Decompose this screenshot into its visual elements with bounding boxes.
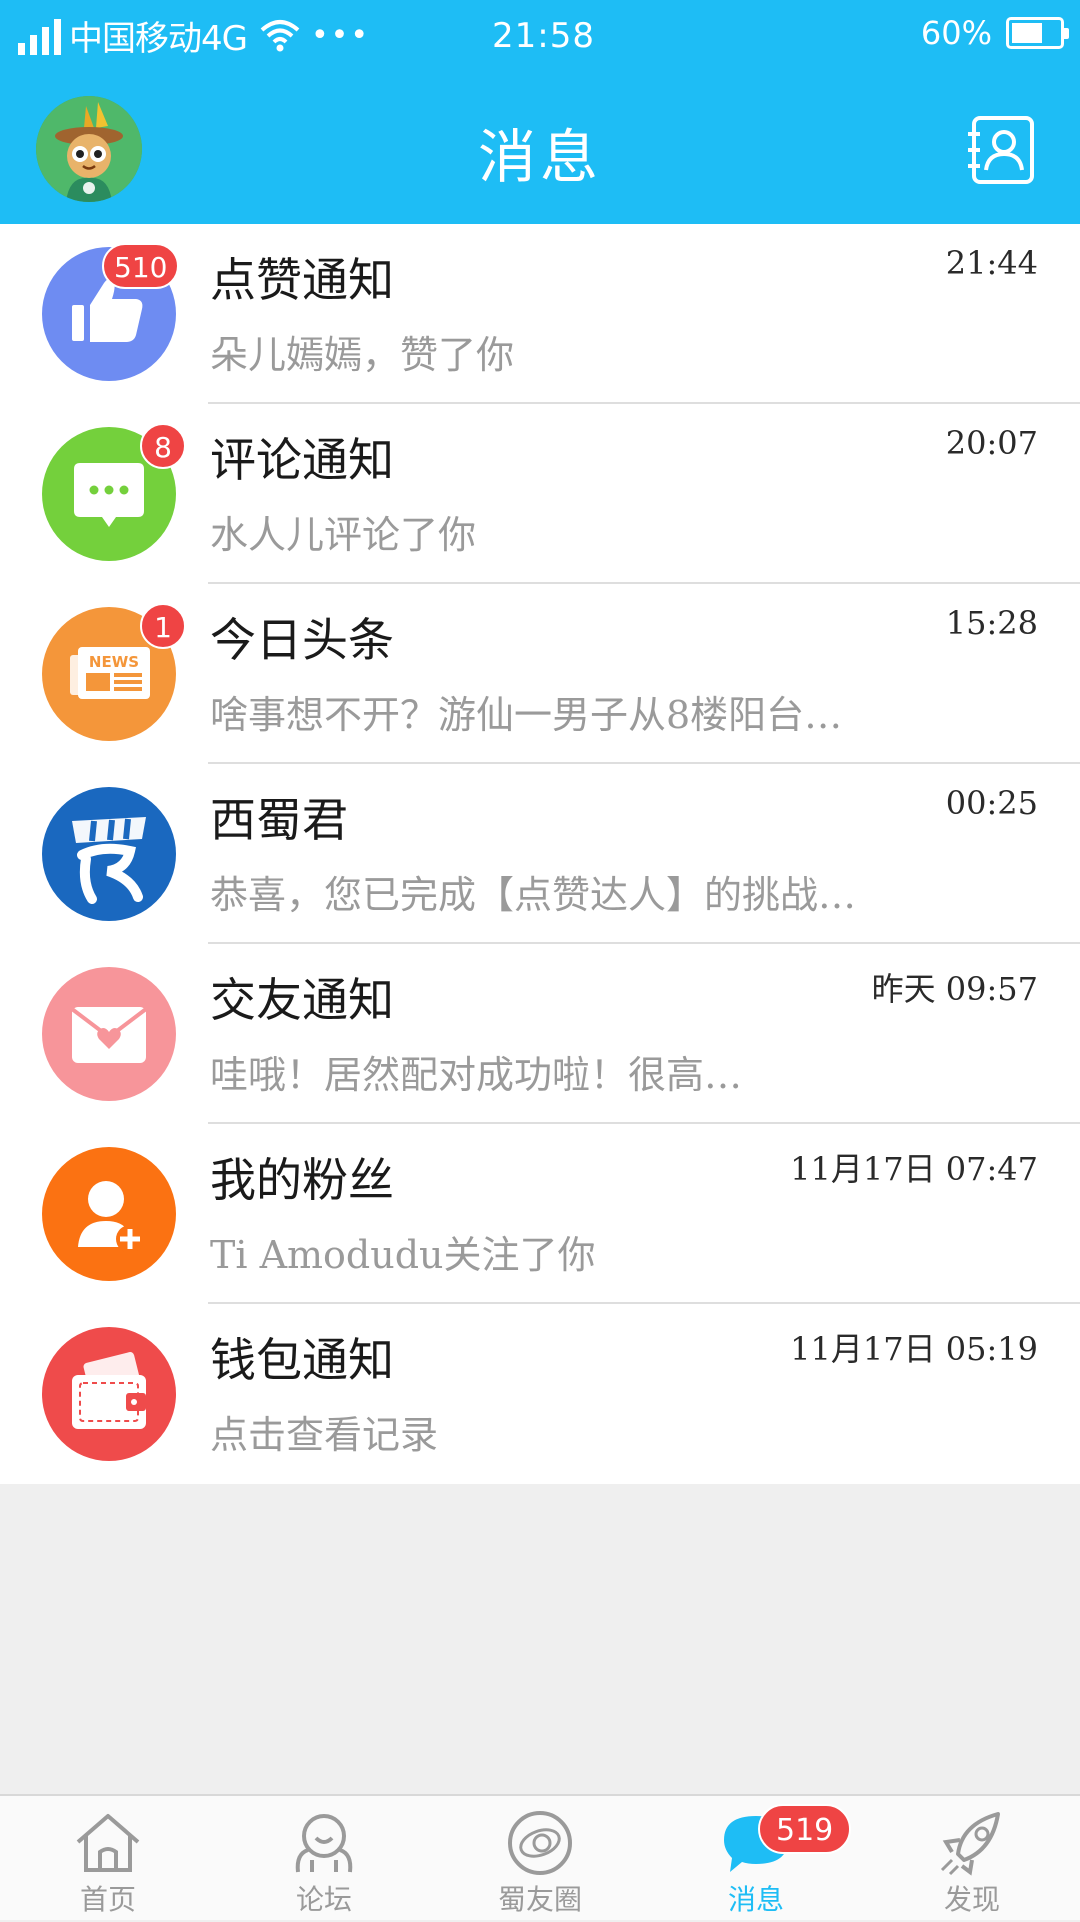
tab-messages[interactable]: 519 消息 — [648, 1796, 864, 1922]
row-title: 点赞通知 — [210, 253, 394, 307]
row-title: 西蜀君 — [210, 793, 348, 847]
row-time: 15:28 — [945, 604, 1038, 642]
tab-badge: 519 — [758, 1804, 852, 1854]
tab-label: 论坛 — [295, 1883, 352, 1916]
thumbs-up-icon: 510 — [42, 243, 180, 381]
wifi-icon — [260, 20, 300, 52]
carrier-label: 中国移动4G — [69, 18, 248, 59]
battery-icon — [1006, 17, 1069, 49]
row-time: 11月17日 05:19 — [790, 1330, 1038, 1368]
svg-text:NEWS: NEWS — [89, 653, 139, 671]
add-user-icon — [42, 1147, 176, 1281]
app-header: 中国移动4G ••• 21:58 60% 消息 — [0, 0, 1080, 224]
page-title: 消息 — [477, 123, 602, 191]
row-title: 钱包通知 — [210, 1333, 394, 1387]
row-subtitle: 恭喜，您已完成【点赞达人】的挑战… — [210, 873, 857, 917]
message-row-xishujun[interactable]: 西蜀君 00:25 恭喜，您已完成【点赞达人】的挑战… — [0, 764, 1080, 944]
more-dots-icon: ••• — [310, 17, 371, 53]
tab-label: 发现 — [943, 1883, 1000, 1916]
rocket-icon — [940, 1812, 1000, 1876]
tab-circle[interactable]: 蜀友圈 — [432, 1796, 648, 1922]
message-row-news[interactable]: NEWS 1 今日头条 15:28 啥事想不开？游仙一男子从8楼阳台… — [0, 584, 1080, 764]
tab-label: 首页 — [79, 1883, 136, 1916]
row-time: 20:07 — [945, 424, 1038, 462]
row-subtitle: 点击查看记录 — [210, 1413, 439, 1457]
message-list: 510 点赞通知 21:44 朵儿嫣嫣，赞了你 8 评论通知 20:07 水人儿… — [0, 224, 1080, 1484]
message-row-friends[interactable]: 交友通知 昨天 09:57 哇哦！居然配对成功啦！很高… — [0, 944, 1080, 1124]
tab-discover[interactable]: 发现 — [864, 1796, 1080, 1922]
row-time: 00:25 — [945, 784, 1038, 822]
message-row-comments[interactable]: 8 评论通知 20:07 水人儿评论了你 — [0, 404, 1080, 584]
row-time: 11月17日 07:47 — [790, 1150, 1038, 1188]
heart-envelope-icon — [42, 967, 176, 1101]
tab-label: 蜀友圈 — [497, 1883, 582, 1916]
tab-label: 消息 — [727, 1883, 784, 1916]
tab-home[interactable]: 首页 — [0, 1796, 216, 1922]
forum-icon — [295, 1814, 353, 1873]
row-subtitle: 水人儿评论了你 — [210, 513, 477, 557]
row-subtitle: 啥事想不开？游仙一男子从8楼阳台… — [210, 693, 843, 737]
row-subtitle: 哇哦！居然配对成功啦！很高… — [210, 1053, 743, 1097]
circle-icon — [508, 1811, 572, 1875]
comment-bubble-icon: 8 — [42, 423, 186, 561]
battery-percent: 60% — [920, 14, 992, 52]
bottom-tab-bar: 首页 论坛 蜀友圈 519 消息 发现 — [0, 1794, 1080, 1920]
row-time: 21:44 — [945, 244, 1038, 282]
newspaper-icon: NEWS 1 — [42, 603, 186, 741]
tab-forum[interactable]: 论坛 — [216, 1796, 432, 1922]
row-title: 交友通知 — [210, 973, 394, 1027]
status-bar: 中国移动4G ••• 21:58 60% — [0, 0, 1080, 78]
contacts-icon[interactable] — [966, 114, 1038, 186]
unread-badge: 1 — [140, 603, 186, 649]
unread-badge: 510 — [102, 243, 180, 289]
shu-logo-icon — [42, 787, 176, 921]
row-time: 昨天 09:57 — [871, 970, 1038, 1008]
message-row-fans[interactable]: 我的粉丝 11月17日 07:47 Ti Amodudu关注了你 — [0, 1124, 1080, 1304]
row-title: 我的粉丝 — [210, 1153, 394, 1207]
row-subtitle: Ti Amodudu关注了你 — [210, 1233, 596, 1277]
signal-icon — [18, 15, 61, 55]
row-title: 今日头条 — [210, 613, 394, 667]
wallet-icon — [42, 1327, 176, 1461]
unread-badge: 8 — [140, 423, 186, 469]
clock: 21:58 — [492, 16, 595, 56]
row-title: 评论通知 — [210, 433, 394, 487]
message-row-likes[interactable]: 510 点赞通知 21:44 朵儿嫣嫣，赞了你 — [0, 224, 1080, 404]
message-row-wallet[interactable]: 钱包通知 11月17日 05:19 点击查看记录 — [0, 1304, 1080, 1484]
home-icon — [76, 1814, 140, 1872]
row-subtitle: 朵儿嫣嫣，赞了你 — [210, 333, 515, 377]
